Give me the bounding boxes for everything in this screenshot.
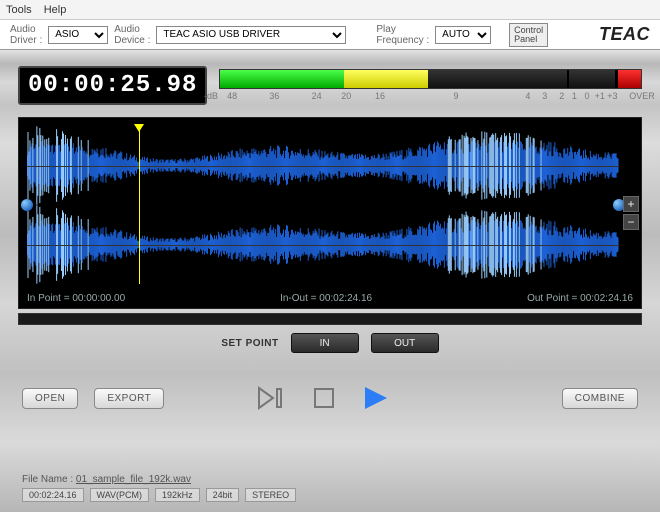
file-format-chip: WAV(PCM): [90, 488, 150, 502]
export-button[interactable]: EXPORT: [94, 388, 164, 409]
brand-logo: TEAC: [599, 24, 650, 45]
stop-icon: [312, 386, 336, 410]
open-button[interactable]: OPEN: [22, 388, 78, 409]
audio-device-select[interactable]: TEAC ASIO USB DRIVER: [156, 26, 346, 44]
audio-driver-select[interactable]: ASIO: [48, 26, 108, 44]
play-pause-icon: [257, 386, 287, 410]
zoom-in-button[interactable]: +: [623, 196, 639, 212]
set-point-label: SET POINT: [221, 338, 278, 349]
play-frequency-label: PlayFrequency :: [376, 24, 429, 46]
meter-scale: -dB 48 36 24 20 16 9 4 3 2 1 0 +1 +3 OVE…: [219, 91, 642, 103]
waveform-panel[interactable]: + − In Point = 00:00:00.00 In-Out = 00:0…: [18, 117, 642, 309]
menu-help[interactable]: Help: [44, 4, 67, 16]
waveform-svg: [27, 126, 619, 284]
file-duration-chip: 00:02:24.16: [22, 488, 84, 502]
in-out-readout: In-Out = 00:02:24.16: [280, 293, 372, 304]
menu-tools[interactable]: Tools: [6, 4, 32, 16]
out-point-readout: Out Point = 00:02:24.16: [527, 293, 633, 304]
file-channels-chip: STEREO: [245, 488, 296, 502]
audio-driver-label: AudioDriver :: [10, 24, 42, 46]
in-handle[interactable]: [21, 199, 33, 211]
level-meter: [219, 69, 642, 89]
file-depth-chip: 24bit: [206, 488, 240, 502]
file-name-readout: File Name : 01_sample_file_192k.wav: [22, 474, 296, 485]
stop-button[interactable]: [309, 385, 339, 411]
set-out-button[interactable]: OUT: [371, 333, 439, 353]
play-button[interactable]: [361, 385, 391, 411]
combine-button[interactable]: COMBINE: [562, 388, 638, 409]
play-frequency-select[interactable]: AUTO: [435, 26, 491, 44]
playhead[interactable]: [139, 126, 140, 284]
playhead-marker-icon: [134, 124, 144, 132]
play-icon: [362, 385, 390, 411]
set-in-button[interactable]: IN: [291, 333, 359, 353]
control-panel-button[interactable]: ControlPanel: [509, 23, 548, 47]
in-point-readout: In Point = 00:00:00.00: [27, 293, 125, 304]
zoom-out-button[interactable]: −: [623, 214, 639, 230]
timecode-display: 00:00:25.98: [18, 66, 207, 105]
file-rate-chip: 192kHz: [155, 488, 200, 502]
play-pause-button[interactable]: [257, 385, 287, 411]
overview-scrubber[interactable]: [18, 313, 642, 325]
audio-device-label: AudioDevice :: [114, 24, 150, 46]
